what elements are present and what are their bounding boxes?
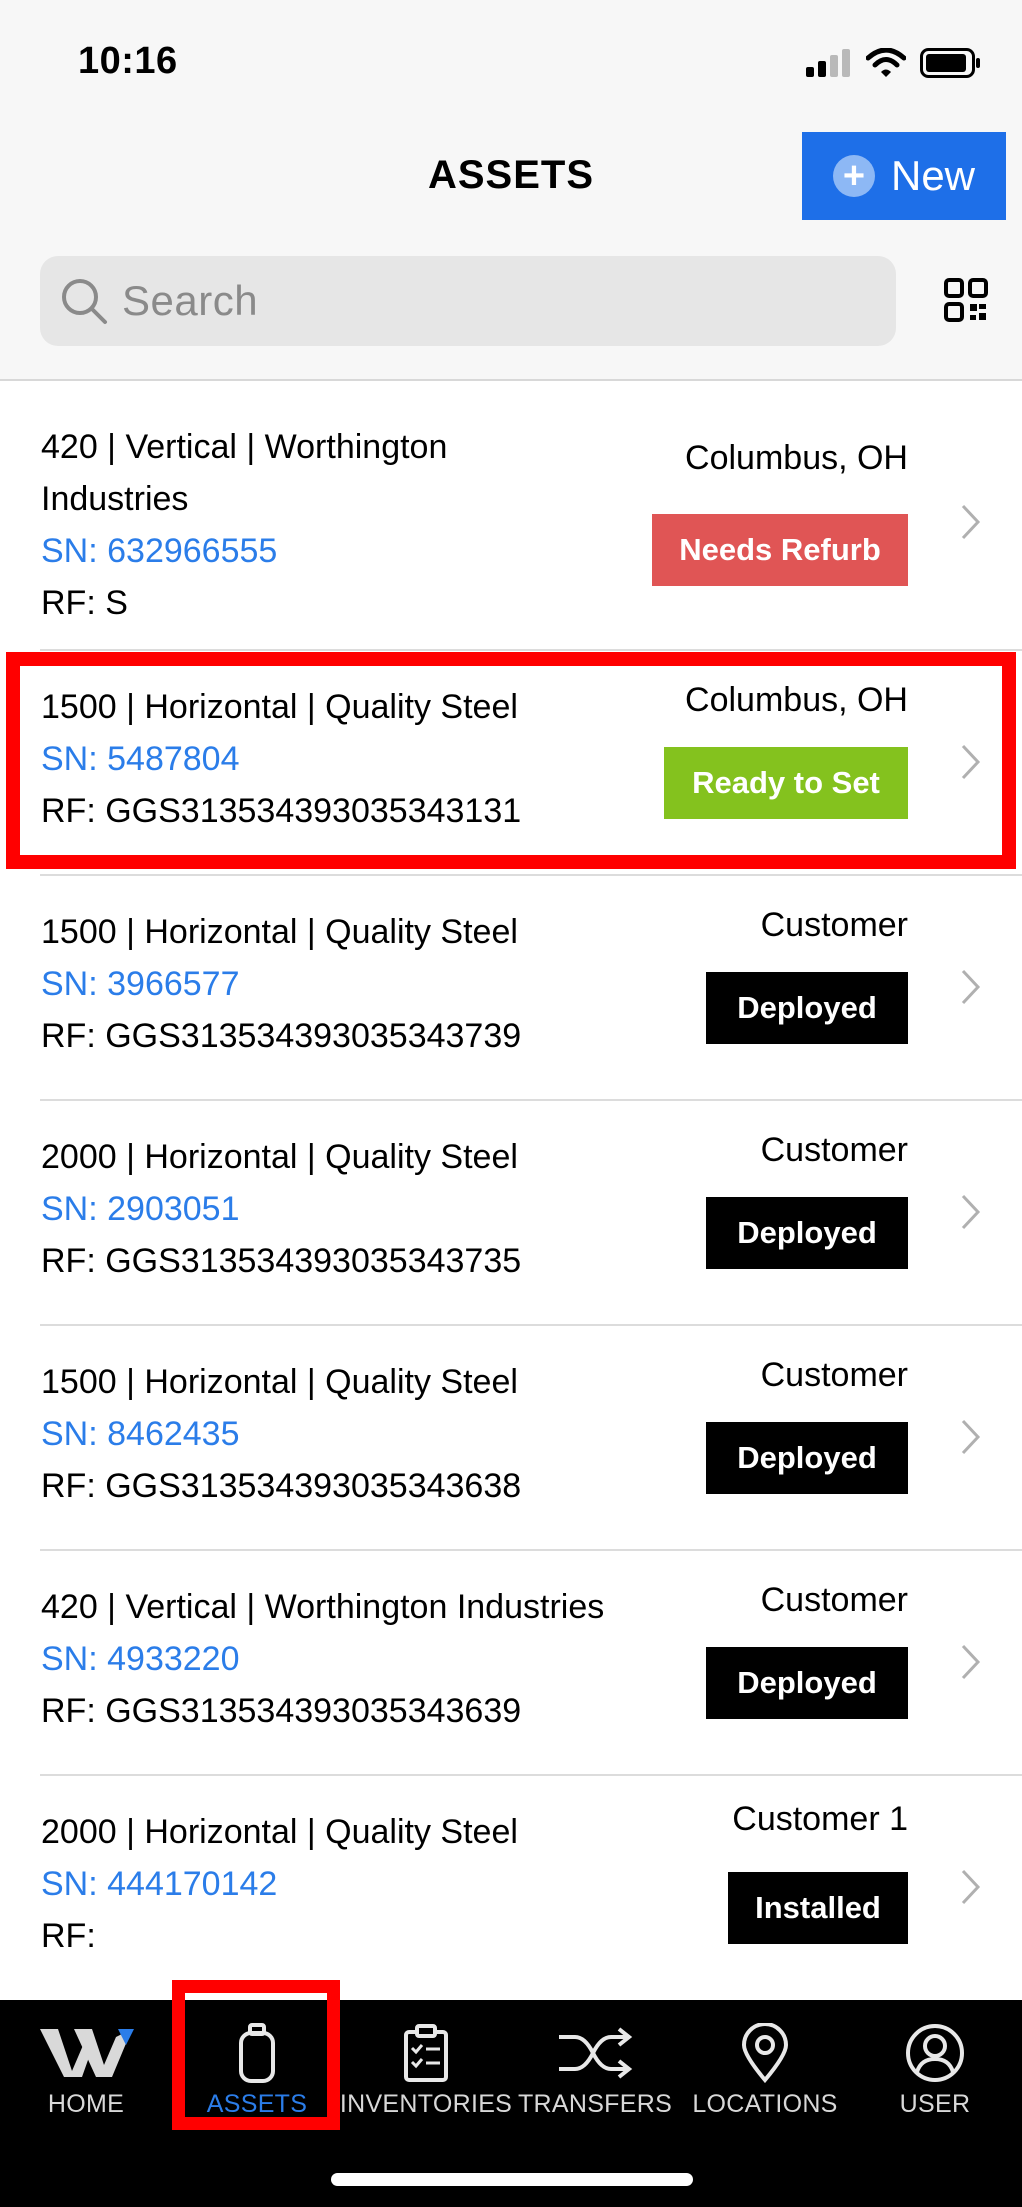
tab-label: LOCATIONS (692, 2090, 838, 2118)
asset-sn: SN: 444170142 (41, 1865, 278, 1903)
chevron-right-icon (961, 504, 981, 540)
asset-sn: SN: 3966577 (41, 965, 240, 1003)
asset-row[interactable]: 420 | Vertical | Worthington Industries … (0, 389, 1022, 651)
asset-location: Customer 1 (732, 1800, 908, 1838)
assets-icon (239, 2023, 275, 2083)
tab-assets[interactable]: ASSETS (172, 2000, 342, 2130)
tab-transfers[interactable]: TRANSFERS (510, 2000, 680, 2130)
asset-sn: SN: 4933220 (41, 1640, 240, 1678)
tab-label: HOME (47, 2090, 125, 2118)
asset-title: 420 | Vertical | Worthington Industries (41, 1588, 605, 1626)
asset-sn: SN: 2903051 (41, 1190, 240, 1228)
asset-rf: RF: GGS313534393035343639 (41, 1692, 522, 1730)
tab-label: TRANSFERS (517, 2090, 673, 2118)
asset-row[interactable]: 1500 | Horizontal | Quality Steel SN: 84… (0, 1326, 1022, 1551)
asset-row[interactable]: 1500 | Horizontal | Quality Steel SN: 39… (0, 876, 1022, 1101)
tab-label: ASSETS (206, 2090, 308, 2118)
chevron-right-icon (961, 1419, 981, 1455)
status-badge: Needs Refurb (652, 514, 908, 586)
chevron-right-icon (961, 1644, 981, 1680)
status-time: 10:16 (78, 40, 178, 82)
asset-title: 1500 | Horizontal | Quality Steel (41, 913, 518, 951)
asset-row[interactable]: 2000 | Horizontal | Quality Steel SN: 44… (0, 1776, 1022, 2000)
asset-location: Columbus, OH (685, 681, 908, 719)
tab-user[interactable]: USER (850, 2000, 1020, 2130)
asset-sn: SN: 632966555 (41, 532, 278, 570)
home-logo-icon (40, 2029, 134, 2077)
asset-title-cont: Industries (41, 480, 189, 518)
asset-row[interactable]: 2000 | Horizontal | Quality Steel SN: 29… (0, 1101, 1022, 1326)
asset-title: 2000 | Horizontal | Quality Steel (41, 1813, 518, 1851)
tab-label: INVENTORIES (339, 2090, 513, 2118)
status-badge: Deployed (706, 1647, 908, 1719)
status-badge: Deployed (706, 1197, 908, 1269)
chevron-right-icon (961, 1194, 981, 1230)
asset-rf: RF: S (41, 584, 128, 622)
asset-location: Columbus, OH (685, 439, 908, 477)
chevron-right-icon (961, 744, 981, 780)
user-icon (906, 2024, 964, 2082)
new-asset-button[interactable]: + New (802, 132, 1006, 220)
tab-label: USER (899, 2090, 971, 2118)
asset-rf: RF: GGS313534393035343739 (41, 1017, 522, 1055)
signal-icon (806, 49, 850, 77)
status-badge: Ready to Set (664, 747, 908, 819)
asset-rf: RF: GGS313534393035343638 (41, 1467, 522, 1505)
plus-icon: + (832, 155, 875, 197)
asset-title: 1500 | Horizontal | Quality Steel (41, 688, 518, 726)
asset-location: Customer (760, 1581, 908, 1619)
asset-title: 1500 | Horizontal | Quality Steel (41, 1363, 518, 1401)
qr-code-icon[interactable] (944, 278, 988, 322)
asset-location: Customer (760, 1356, 908, 1394)
asset-rf: RF: GGS313534393035343735 (41, 1242, 522, 1280)
status-badge: Installed (728, 1872, 908, 1944)
tab-home[interactable]: HOME (1, 2000, 171, 2130)
asset-sn: SN: 8462435 (41, 1415, 240, 1453)
locations-icon (741, 2023, 789, 2083)
search-input[interactable]: Search (40, 256, 896, 346)
new-button-label: New (890, 152, 976, 199)
status-badge: Deployed (706, 972, 908, 1044)
asset-location: Customer (760, 906, 908, 944)
asset-location: Customer (760, 1131, 908, 1169)
header: 10:16 ASSETS + New Search (0, 0, 1022, 381)
chevron-right-icon (961, 1869, 981, 1905)
wifi-icon (866, 48, 906, 77)
search-icon (62, 279, 107, 324)
search-placeholder: Search (122, 277, 259, 324)
inventories-icon (404, 2024, 448, 2082)
asset-title: 420 | Vertical | Worthington (41, 428, 448, 466)
home-indicator[interactable] (331, 2173, 693, 2186)
asset-sn: SN: 5487804 (41, 740, 240, 778)
asset-rf: RF: (41, 1917, 96, 1955)
tab-inventories[interactable]: INVENTORIES (339, 2000, 513, 2130)
transfers-icon (559, 2027, 633, 2079)
asset-row[interactable]: 1500 | Horizontal | Quality Steel SN: 54… (0, 651, 1022, 876)
chevron-right-icon (961, 969, 981, 1005)
battery-icon (920, 48, 980, 78)
asset-rf: RF: GGS313534393035343131 (41, 792, 522, 830)
asset-title: 2000 | Horizontal | Quality Steel (41, 1138, 518, 1176)
tab-locations[interactable]: LOCATIONS (680, 2000, 850, 2130)
status-icons (806, 48, 982, 78)
asset-row[interactable]: 420 | Vertical | Worthington Industries … (0, 1551, 1022, 1776)
status-badge: Deployed (706, 1422, 908, 1494)
